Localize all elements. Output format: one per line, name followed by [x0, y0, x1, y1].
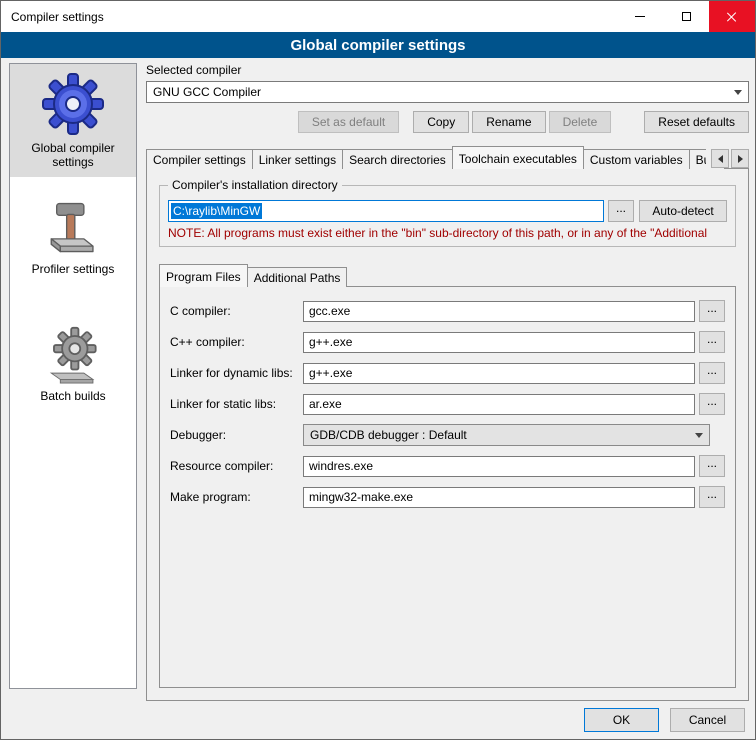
- tab-scroll-right-button[interactable]: [731, 149, 749, 168]
- make-program-input[interactable]: mingw32-make.exe: [303, 487, 695, 508]
- title-bar[interactable]: Compiler settings: [1, 1, 755, 32]
- minimize-button[interactable]: [617, 1, 663, 32]
- linker-dynamic-label: Linker for dynamic libs:: [170, 366, 303, 380]
- field-row-resource-compiler: Resource compiler: windres.exe ...: [170, 455, 725, 477]
- field-row-linker-static: Linker for static libs: ar.exe ...: [170, 393, 725, 415]
- tab-additional-paths[interactable]: Additional Paths: [247, 267, 348, 287]
- window-title: Compiler settings: [1, 10, 104, 24]
- chevron-down-icon: [734, 90, 742, 95]
- delete-button: Delete: [549, 111, 612, 133]
- ok-button[interactable]: OK: [584, 708, 659, 732]
- installation-note: NOTE: All programs must exist either in …: [168, 226, 727, 240]
- linker-static-browse-button[interactable]: ...: [699, 393, 725, 415]
- field-row-cpp-compiler: C++ compiler: g++.exe ...: [170, 331, 725, 353]
- tab-search-directories[interactable]: Search directories: [342, 149, 453, 169]
- resource-compiler-value: windres.exe: [309, 459, 373, 473]
- selected-compiler-dropdown[interactable]: GNU GCC Compiler: [146, 81, 749, 103]
- installation-directory-browse-button[interactable]: ...: [608, 200, 634, 222]
- field-row-linker-dynamic: Linker for dynamic libs: g++.exe ...: [170, 362, 725, 384]
- installation-directory-input[interactable]: C:\raylib\MinGW: [168, 200, 604, 222]
- linker-static-value: ar.exe: [309, 397, 342, 411]
- sidebar-item-global-compiler-settings[interactable]: Global compiler settings: [10, 64, 136, 177]
- tab-scroll-buttons: [706, 149, 749, 168]
- sidebar-item-label: Profiler settings: [32, 262, 115, 276]
- field-row-debugger: Debugger: GDB/CDB debugger : Default: [170, 424, 725, 446]
- copy-button[interactable]: Copy: [413, 111, 469, 133]
- make-program-value: mingw32-make.exe: [309, 490, 413, 504]
- field-row-c-compiler: C compiler: gcc.exe ...: [170, 300, 725, 322]
- compiler-settings-window: Compiler settings Global compiler settin…: [0, 0, 756, 740]
- linker-dynamic-browse-button[interactable]: ...: [699, 362, 725, 384]
- c-compiler-input[interactable]: gcc.exe: [303, 301, 695, 322]
- tab-program-files[interactable]: Program Files: [159, 264, 248, 287]
- resource-compiler-input[interactable]: windres.exe: [303, 456, 695, 477]
- tab-custom-variables[interactable]: Custom variables: [583, 149, 690, 169]
- program-files-panel: C compiler: gcc.exe ... C++ compiler: g+…: [159, 286, 736, 688]
- resource-compiler-browse-button[interactable]: ...: [699, 455, 725, 477]
- page-title: Global compiler settings: [1, 32, 755, 58]
- debugger-value: GDB/CDB debugger : Default: [310, 428, 467, 442]
- linker-static-input[interactable]: ar.exe: [303, 394, 695, 415]
- linker-dynamic-value: g++.exe: [309, 366, 352, 380]
- toolchain-executables-panel: Compiler's installation directory C:\ray…: [146, 168, 749, 701]
- field-row-make-program: Make program: mingw32-make.exe ...: [170, 486, 725, 508]
- settings-tabs: Compiler settings Linker settings Search…: [146, 145, 749, 169]
- installation-directory-row: C:\raylib\MinGW ... Auto-detect: [168, 200, 727, 222]
- chevron-down-icon: [695, 433, 703, 438]
- program-tabs: Program Files Additional Paths: [159, 263, 736, 287]
- profiler-icon: [44, 199, 102, 257]
- settings-category-list: Global compiler settings Profiler settin…: [9, 63, 137, 689]
- selected-compiler-value: GNU GCC Compiler: [153, 85, 261, 99]
- minimize-icon: [635, 16, 645, 17]
- c-compiler-value: gcc.exe: [309, 304, 350, 318]
- debugger-label: Debugger:: [170, 428, 303, 442]
- reset-defaults-button[interactable]: Reset defaults: [644, 111, 749, 133]
- selected-compiler-label: Selected compiler: [146, 63, 749, 78]
- installation-directory-value: C:\raylib\MinGW: [171, 203, 262, 219]
- resource-compiler-label: Resource compiler:: [170, 459, 303, 473]
- tab-compiler-settings[interactable]: Compiler settings: [146, 149, 253, 169]
- sidebar-item-label: Global compiler settings: [14, 141, 132, 169]
- cpp-compiler-input[interactable]: g++.exe: [303, 332, 695, 353]
- main-content: Selected compiler GNU GCC Compiler Set a…: [146, 63, 749, 701]
- sidebar-item-label: Batch builds: [40, 389, 105, 403]
- c-compiler-label: C compiler:: [170, 304, 303, 318]
- sidebar-item-profiler-settings[interactable]: Profiler settings: [10, 191, 136, 284]
- cancel-button[interactable]: Cancel: [670, 708, 745, 732]
- cpp-compiler-browse-button[interactable]: ...: [699, 331, 725, 353]
- installation-directory-group: Compiler's installation directory C:\ray…: [159, 185, 736, 247]
- compiler-actions: Set as default Copy Rename Delete Reset …: [146, 111, 749, 133]
- sidebar-item-batch-builds[interactable]: Batch builds: [10, 318, 136, 411]
- dialog-footer: OK Cancel: [584, 708, 745, 732]
- make-program-browse-button[interactable]: ...: [699, 486, 725, 508]
- c-compiler-browse-button[interactable]: ...: [699, 300, 725, 322]
- cpp-compiler-value: g++.exe: [309, 335, 352, 349]
- auto-detect-button[interactable]: Auto-detect: [639, 200, 727, 222]
- maximize-button[interactable]: [663, 1, 709, 32]
- tab-toolchain-executables[interactable]: Toolchain executables: [452, 146, 584, 169]
- arrow-right-icon: [738, 155, 743, 163]
- gear-gray-icon: [44, 326, 102, 384]
- tab-linker-settings[interactable]: Linker settings: [252, 149, 343, 169]
- window-controls: [617, 1, 755, 32]
- maximize-icon: [682, 12, 691, 21]
- close-button[interactable]: [709, 1, 755, 32]
- close-icon: [726, 11, 738, 23]
- arrow-left-icon: [718, 155, 723, 163]
- linker-static-label: Linker for static libs:: [170, 397, 303, 411]
- make-program-label: Make program:: [170, 490, 303, 504]
- tab-scroll-left-button[interactable]: [711, 149, 729, 168]
- gear-blue-icon: [41, 72, 105, 136]
- rename-button[interactable]: Rename: [472, 111, 545, 133]
- linker-dynamic-input[interactable]: g++.exe: [303, 363, 695, 384]
- installation-directory-title: Compiler's installation directory: [168, 178, 342, 192]
- cpp-compiler-label: C++ compiler:: [170, 335, 303, 349]
- debugger-select[interactable]: GDB/CDB debugger : Default: [303, 424, 710, 446]
- set-as-default-button: Set as default: [298, 111, 399, 133]
